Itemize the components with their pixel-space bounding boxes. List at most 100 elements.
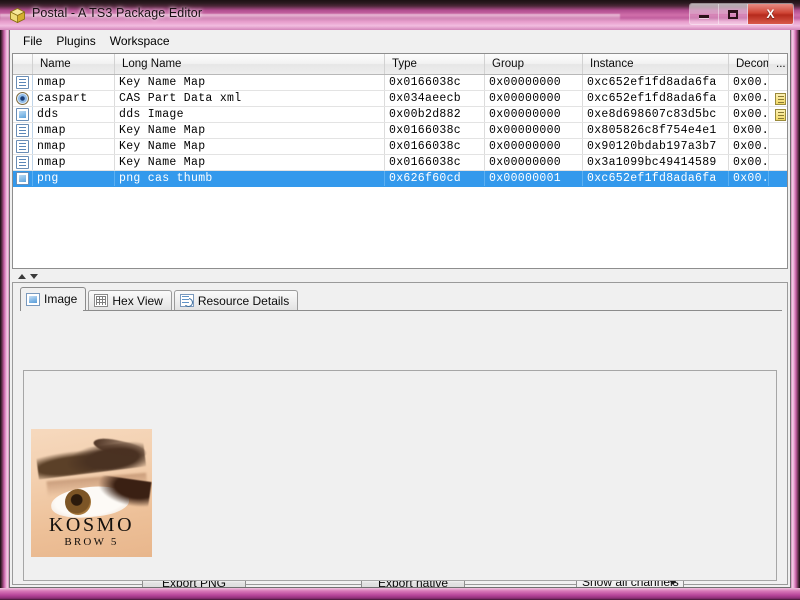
cell-type: 0x0166038c — [385, 75, 485, 90]
menu-item-workspace[interactable]: Workspace — [104, 32, 178, 51]
cell-type: 0x00b2d882 — [385, 107, 485, 122]
cell-instance: 0xc652ef1fd8ada6fa — [583, 75, 729, 90]
tab-underline-mask — [21, 310, 83, 312]
cell-long-name: png cas thumb — [115, 171, 385, 186]
cell-decompressed: 0x00... — [729, 91, 769, 106]
cell-instance: 0xc652ef1fd8ada6fa — [583, 91, 729, 106]
table-row[interactable]: nmap Key Name Map 0x0166038c 0x00000000 … — [13, 123, 787, 139]
thumbnail-subtitle: BROW 5 — [64, 536, 119, 548]
tab-resource-details[interactable]: Resource Details — [173, 290, 299, 310]
cell-instance: 0x3a1099bc49414589 — [583, 155, 729, 170]
column-header-decompressed[interactable]: Decom... — [729, 54, 769, 74]
cell-name: nmap — [33, 123, 115, 138]
cell-name: nmap — [33, 75, 115, 90]
window-frame: Postal - A TS3 Package Editor X File Plu… — [0, 0, 800, 600]
column-header-name[interactable]: Name — [33, 54, 115, 74]
cell-instance: 0x805826c8f754e4e1 — [583, 123, 729, 138]
column-header-icon[interactable] — [13, 54, 33, 74]
window-title: Postal - A TS3 Package Editor — [32, 6, 203, 20]
triangle-down-icon[interactable] — [30, 273, 38, 279]
column-header-instance[interactable]: Instance — [583, 54, 729, 74]
cell-decompressed: 0x00... — [729, 139, 769, 154]
row-icon-cell — [13, 107, 33, 122]
cell-long-name: Key Name Map — [115, 123, 385, 138]
table-row[interactable]: nmap Key Name Map 0x0166038c 0x00000000 … — [13, 139, 787, 155]
cell-more[interactable] — [769, 91, 787, 106]
tab-label: Image — [44, 292, 78, 306]
cell-group: 0x00000000 — [485, 107, 583, 122]
cell-group: 0x00000000 — [485, 91, 583, 106]
column-header-type[interactable]: Type — [385, 54, 485, 74]
cell-more — [769, 171, 787, 186]
cell-group: 0x00000000 — [485, 75, 583, 90]
resource-details-icon — [179, 294, 194, 307]
cell-type: 0x034aeecb — [385, 91, 485, 106]
table-row-selected[interactable]: png png cas thumb 0x626f60cd 0x00000001 … — [13, 171, 787, 187]
pane-splitter[interactable] — [12, 270, 788, 282]
window-border-right — [791, 0, 800, 600]
hex-grid-icon — [94, 294, 109, 307]
row-icon-cell — [13, 171, 33, 186]
cell-decompressed: 0x00... — [729, 123, 769, 138]
window-border-bottom — [0, 588, 800, 600]
cell-name: nmap — [33, 155, 115, 170]
row-icon-cell — [13, 75, 33, 90]
table-row[interactable]: caspart CAS Part Data xml 0x034aeecb 0x0… — [13, 91, 787, 107]
close-icon: X — [766, 7, 775, 21]
tab-strip: Image Hex View Resource Details — [20, 287, 299, 310]
column-header-group[interactable]: Group — [485, 54, 583, 74]
tab-image[interactable]: Image — [20, 287, 87, 310]
cell-long-name: Key Name Map — [115, 155, 385, 170]
resource-table[interactable]: Name Long Name Type Group Instance Decom… — [12, 53, 788, 269]
list-lines-icon — [16, 140, 29, 153]
cell-name: dds — [33, 107, 115, 122]
title-bar[interactable]: Postal - A TS3 Package Editor X — [0, 0, 800, 30]
image-icon — [26, 292, 40, 306]
window-border-left — [0, 0, 9, 600]
minimize-icon — [699, 15, 709, 18]
minimize-button[interactable] — [690, 4, 719, 24]
menu-item-plugins[interactable]: Plugins — [50, 32, 103, 51]
table-row[interactable]: nmap Key Name Map 0x0166038c 0x00000000 … — [13, 155, 787, 171]
row-icon-cell — [13, 139, 33, 154]
cell-group: 0x00000001 — [485, 171, 583, 186]
cell-decompressed: 0x00... — [729, 155, 769, 170]
column-header-long-name[interactable]: Long Name — [115, 54, 385, 74]
cell-more — [769, 139, 787, 154]
tab-underline — [20, 310, 782, 311]
eye-icon — [16, 92, 29, 105]
image-icon — [16, 172, 29, 185]
cell-instance: 0x90120bdab197a3b7 — [583, 139, 729, 154]
image-preview-panel[interactable]: KOSMO BROW 5 — [23, 370, 777, 581]
menu-item-file[interactable]: File — [17, 32, 50, 51]
cell-group: 0x00000000 — [485, 139, 583, 154]
list-lines-icon — [16, 76, 29, 89]
maximize-button[interactable] — [719, 4, 748, 24]
cell-long-name: dds Image — [115, 107, 385, 122]
thumbnail-title: KOSMO — [48, 514, 135, 536]
cell-instance: 0xc652ef1fd8ada6fa — [583, 171, 729, 186]
cell-more — [769, 75, 787, 90]
row-icon-cell — [13, 155, 33, 170]
detail-pane: Image Hex View Resource Details Export P… — [12, 282, 788, 587]
cell-decompressed: 0x00... — [729, 75, 769, 90]
close-button[interactable]: X — [748, 4, 793, 24]
list-lines-icon — [16, 156, 29, 169]
list-lines-icon — [16, 124, 29, 137]
document-icon — [774, 92, 786, 105]
cell-name: nmap — [33, 139, 115, 154]
row-icon-cell — [13, 123, 33, 138]
cell-name: png — [33, 171, 115, 186]
tab-label: Resource Details — [197, 293, 290, 308]
cell-instance: 0xe8d698607c83d5bc — [583, 107, 729, 122]
tab-hex-view[interactable]: Hex View — [88, 290, 172, 310]
table-body: nmap Key Name Map 0x0166038c 0x00000000 … — [13, 75, 787, 187]
cell-more[interactable] — [769, 107, 787, 122]
window-controls: X — [689, 3, 794, 25]
menu-bar: File Plugins Workspace — [10, 30, 790, 52]
column-header-more[interactable]: ... — [769, 54, 787, 74]
table-row[interactable]: dds dds Image 0x00b2d882 0x00000000 0xe8… — [13, 107, 787, 123]
cell-group: 0x00000000 — [485, 123, 583, 138]
triangle-up-icon[interactable] — [18, 273, 26, 279]
table-row[interactable]: nmap Key Name Map 0x0166038c 0x00000000 … — [13, 75, 787, 91]
